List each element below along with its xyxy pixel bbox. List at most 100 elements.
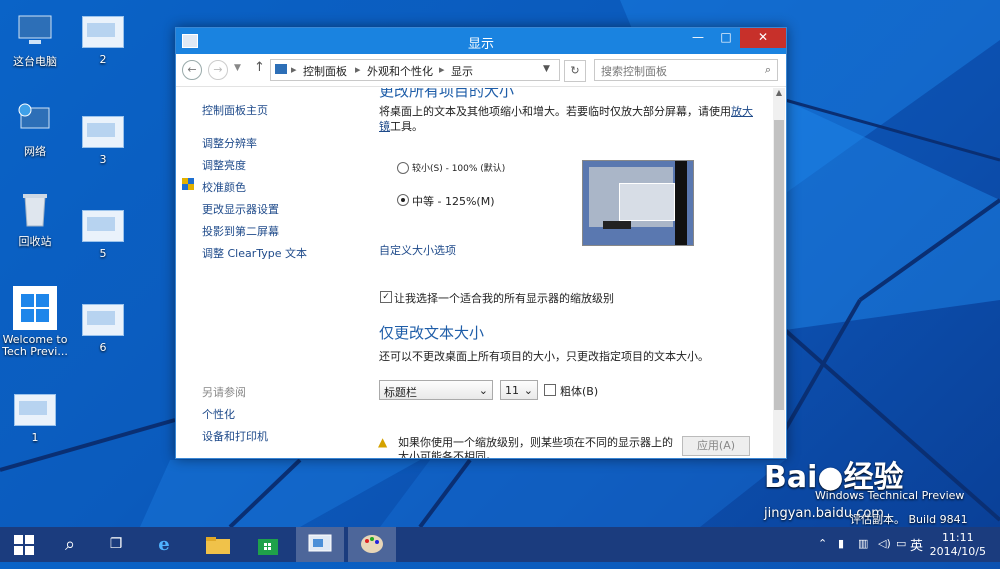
address-bar: ← → ▼ ↑ ▸ 控制面板 ▸ 外观和个性化 ▸ 显示 ▼ ↻ 搜索控制面板 … <box>176 54 786 87</box>
task-view-icon[interactable]: ❐ <box>92 527 140 562</box>
size-description: 将桌面上的文本及其他项缩小和增大。若要临时仅放大部分屏幕，请使用放大镜工具。 <box>379 104 759 134</box>
desktop-icon-welcome[interactable]: Welcome to Tech Previ... <box>0 286 70 358</box>
nav-adjust-brightness[interactable]: 调整亮度 <box>202 157 246 173</box>
description-text: 将桌面上的文本及其他项缩小和增大。若要临时仅放大部分屏幕，请使用 <box>379 105 731 118</box>
desktop-icon-label: 2 <box>99 53 107 66</box>
nav-control-panel-home[interactable]: 控制面板主页 <box>202 102 268 118</box>
back-arrow-icon[interactable]: ← <box>182 60 202 80</box>
desktop-icon-recycle-bin[interactable]: 回收站 <box>0 190 70 248</box>
radio-medium[interactable] <box>397 194 409 206</box>
start-button[interactable] <box>0 527 48 562</box>
screenshot-thumbnail-icon <box>82 16 124 48</box>
forward-arrow-icon[interactable]: → <box>208 60 228 80</box>
breadcrumb-item[interactable]: 外观和个性化 <box>367 63 433 79</box>
desktop-icon-label: 网络 <box>24 145 46 158</box>
store-icon[interactable] <box>244 527 292 562</box>
bold-checkbox-label: 粗体(B) <box>560 385 599 398</box>
section-heading-text-size: 仅更改文本大小 <box>379 324 485 342</box>
screenshot-thumbnail-icon <box>82 304 124 336</box>
shield-icon <box>182 178 194 190</box>
warning-icon: ▲ <box>378 435 388 449</box>
radio-small-label: 较小(S) - 100% (默认) <box>412 164 506 174</box>
breadcrumb-separator-icon: ▸ <box>291 63 297 76</box>
file-explorer-icon[interactable] <box>194 527 242 562</box>
battery-icon[interactable]: ▮ <box>838 537 844 550</box>
recent-chevron-icon[interactable]: ▼ <box>234 63 241 73</box>
taskbar: ⌕ ❐ e ⌃ ▮ ▥ ◁) ▭ 英 11:11 2014/10/5 <box>0 527 1000 562</box>
minimize-button[interactable]: — <box>684 28 712 48</box>
nav-devices-printers[interactable]: 设备和打印机 <box>202 428 268 444</box>
build-watermark-line1: Windows Technical Preview <box>815 489 965 502</box>
radio-medium-label: 中等 - 125%(M) <box>412 195 495 208</box>
chevron-down-icon[interactable]: ▼ <box>543 64 550 74</box>
close-button[interactable]: ✕ <box>740 28 786 48</box>
chevron-up-icon[interactable]: ⌃ <box>818 537 827 550</box>
breadcrumb-item[interactable]: 控制面板 <box>303 63 347 79</box>
desktop-icon-label: Welcome to Tech Previ... <box>2 333 68 358</box>
nav-adjust-resolution[interactable]: 调整分辨率 <box>202 135 257 151</box>
nav-project-second-screen[interactable]: 投影到第二屏幕 <box>202 223 279 239</box>
search-box[interactable]: 搜索控制面板 ⌕ <box>594 59 778 81</box>
chevron-down-icon: ⌄ <box>523 384 533 397</box>
network-icon[interactable]: ▥ <box>858 537 868 550</box>
display-window: 显示 — □ ✕ ← → ▼ ↑ ▸ 控制面板 ▸ 外观和个性化 ▸ 显示 ▼ … <box>175 27 787 459</box>
desktop-icon-this-pc[interactable]: 这台电脑 <box>0 10 70 68</box>
nav-calibrate-color[interactable]: 校准颜色 <box>202 179 246 195</box>
desktop-icon-3[interactable]: 3 <box>68 110 138 166</box>
clock-date: 2014/10/5 <box>929 545 986 558</box>
bold-checkbox[interactable] <box>544 384 556 396</box>
windows-logo-icon <box>14 535 34 555</box>
scrollbar[interactable]: ▲ <box>773 88 785 458</box>
content-pane: 更改所有项目的大小 将桌面上的文本及其他项缩小和增大。若要临时仅放大部分屏幕，请… <box>376 88 770 458</box>
message-icon[interactable]: ▭ <box>896 537 906 550</box>
search-input[interactable]: 搜索控制面板 <box>601 63 667 79</box>
desktop-icon-2[interactable]: 2 <box>68 10 138 66</box>
clock[interactable]: 11:11 2014/10/5 <box>930 531 986 559</box>
see-also-heading: 另请参阅 <box>202 386 246 399</box>
scroll-up-icon[interactable]: ▲ <box>773 88 785 97</box>
refresh-icon[interactable]: ↻ <box>564 60 586 82</box>
size-select[interactable]: 11 ⌄ <box>500 380 538 400</box>
desktop-icon-label: 3 <box>99 153 107 166</box>
maximize-button[interactable]: □ <box>712 28 740 48</box>
title-bar[interactable]: 显示 — □ ✕ <box>176 28 786 54</box>
left-nav-pane: 控制面板主页 调整分辨率 调整亮度 校准颜色 更改显示器设置 投影到第二屏幕 调… <box>176 88 366 458</box>
radio-small[interactable] <box>397 162 409 174</box>
breadcrumb-separator-icon: ▸ <box>355 63 361 76</box>
desktop-icon-network[interactable]: 网络 <box>0 100 70 158</box>
volume-icon[interactable]: ◁) <box>878 537 891 550</box>
text-size-description: 还可以不更改桌面上所有项目的大小，只更改指定项目的文本大小。 <box>379 350 709 363</box>
desktop-icon-1[interactable]: 1 <box>0 388 70 444</box>
item-select[interactable]: 标题栏 ⌄ <box>379 380 493 400</box>
desktop-icon-label: 回收站 <box>18 235 52 248</box>
breadcrumb-item[interactable]: 显示 <box>451 63 473 79</box>
nav-cleartype[interactable]: 调整 ClearType 文本 <box>202 245 307 261</box>
desktop-icon-label: 5 <box>99 247 107 260</box>
item-select-value: 标题栏 <box>384 386 417 399</box>
up-arrow-icon[interactable]: ↑ <box>254 60 265 75</box>
section-heading-size: 更改所有项目的大小 <box>379 88 515 100</box>
chevron-down-icon: ⌄ <box>478 384 488 397</box>
display-taskbar-icon[interactable] <box>296 527 344 562</box>
scaling-checkbox[interactable]: ✓ <box>380 291 392 303</box>
internet-explorer-icon[interactable]: e <box>140 527 188 562</box>
control-panel-icon <box>275 64 287 74</box>
desktop-icon-5[interactable]: 5 <box>68 204 138 260</box>
computer-icon <box>15 10 55 50</box>
nav-change-display-settings[interactable]: 更改显示器设置 <box>202 201 279 217</box>
screenshot-thumbnail-icon <box>82 116 124 148</box>
size-select-value: 11 <box>505 384 519 397</box>
search-icon[interactable]: ⌕ <box>765 63 771 77</box>
apply-button[interactable]: 应用(A) <box>682 436 750 456</box>
desktop-icon-6[interactable]: 6 <box>68 298 138 354</box>
screenshot-thumbnail-icon <box>82 210 124 242</box>
windows-logo-icon <box>13 286 57 330</box>
ime-indicator[interactable]: 英 <box>910 535 923 554</box>
search-icon[interactable]: ⌕ <box>46 527 94 562</box>
scrollbar-thumb[interactable] <box>774 120 784 410</box>
breadcrumb[interactable]: ▸ 控制面板 ▸ 外观和个性化 ▸ 显示 ▼ <box>270 59 560 81</box>
warning-text: 如果你使用一个缩放级别，则某些项在不同的显示器上的大小可能各不相同。 <box>398 436 673 458</box>
custom-sizing-link[interactable]: 自定义大小选项 <box>379 242 456 258</box>
nav-personalization[interactable]: 个性化 <box>202 406 235 422</box>
paint-taskbar-icon[interactable] <box>348 527 396 562</box>
